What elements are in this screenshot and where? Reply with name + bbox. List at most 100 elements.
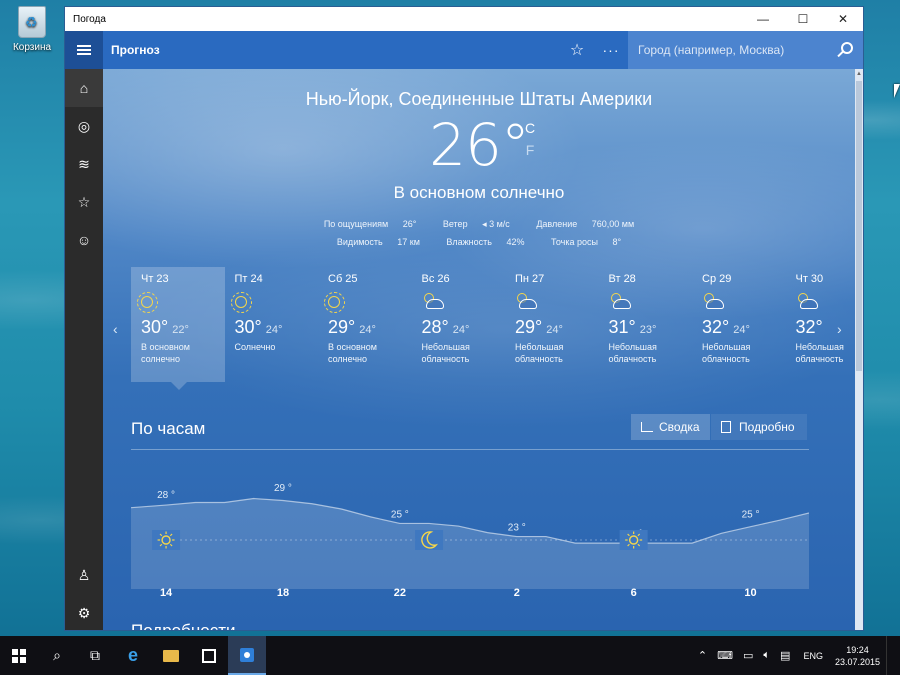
detail-view-button[interactable]: Подробно — [711, 414, 807, 440]
selected-pointer — [171, 382, 187, 390]
visibility-value: 17 км — [397, 237, 420, 247]
humidity-label: Влажность — [446, 237, 492, 247]
current-details: По ощущениям 26° Ветер ◂ 3 м/с Давление … — [103, 215, 855, 251]
hourly-chart: 28 °29 °25 °23 °22 °25 ° — [131, 483, 809, 589]
temperature-area — [131, 498, 809, 589]
day-name: Ср 29 — [702, 273, 732, 285]
search-box[interactable] — [628, 31, 863, 69]
day-name: Вт 28 — [608, 273, 636, 285]
partly-cloudy-icon — [796, 293, 818, 311]
task-view-icon[interactable]: ⧉ — [76, 636, 114, 675]
show-desktop-button[interactable] — [886, 636, 900, 675]
show-hidden-icons-chevron-icon[interactable]: ⌃ — [698, 649, 707, 662]
maximize-button[interactable]: ☐ — [783, 7, 823, 31]
visibility-label: Видимость — [336, 237, 383, 247]
current-condition: В основном солнечно — [393, 183, 565, 202]
next-days-chevron-icon[interactable]: › — [837, 321, 842, 337]
day-low-temp: 22° — [172, 324, 189, 336]
partly-cloudy-icon — [702, 293, 724, 311]
account-user-icon[interactable]: ♙ — [65, 556, 103, 594]
celsius-toggle[interactable]: C — [525, 117, 535, 139]
minimize-button[interactable]: — — [743, 7, 783, 31]
day-low-temp: 24° — [452, 324, 470, 336]
day-forecast-tile[interactable]: Чт 23 30° 22° В основном солнечно — [131, 267, 225, 390]
file-explorer-icon[interactable] — [152, 636, 190, 675]
settings-gear-icon[interactable]: ⚙ — [65, 594, 103, 630]
day-high-temp: 29° — [515, 317, 543, 337]
hour-tick-label: 22 — [393, 587, 406, 599]
day-low-temp: 24° — [265, 324, 283, 336]
search-taskbar-icon[interactable]: ⌕ — [38, 636, 76, 675]
detail-label: Подробно — [739, 420, 795, 434]
day-forecast-tile[interactable]: Вс 26 28° 24° Небольшая облачность — [412, 267, 506, 382]
sun-icon — [137, 292, 158, 313]
vertical-scrollbar[interactable]: ▲ — [855, 69, 863, 630]
feels-like-label: По ощущениям — [323, 219, 389, 229]
scrollbar-thumb[interactable] — [856, 81, 862, 371]
dew-point-label: Точка росы — [551, 237, 598, 247]
day-name: Чт 23 — [141, 273, 169, 285]
language-indicator[interactable]: ENG — [803, 651, 823, 661]
day-high-temp: 28° — [421, 317, 449, 337]
favorite-star-icon[interactable]: ☆ — [560, 31, 594, 69]
dew-point-value: 8° — [612, 237, 622, 247]
day-low-temp: 24° — [359, 324, 376, 336]
fahrenheit-toggle[interactable]: F — [525, 139, 535, 161]
recycle-bin[interactable]: Корзина — [8, 6, 56, 53]
day-forecast-tile[interactable]: Пт 24 30° 24° Солнечно — [225, 267, 319, 382]
city-name: Нью-Йорк, Соединенные Штаты Америки — [305, 89, 653, 109]
weather-app-taskbar-icon[interactable] — [228, 636, 266, 675]
hour-temp-label: 28 ° — [157, 490, 175, 501]
favorites-star-icon[interactable]: ☆ — [65, 183, 103, 221]
divider — [131, 449, 809, 450]
home-icon[interactable]: ⌂ — [65, 69, 103, 107]
search-icon[interactable] — [841, 42, 853, 54]
day-low-temp: 24° — [733, 324, 750, 336]
pressure-label: Давление — [536, 219, 578, 229]
day-condition: Небольшая облачность — [795, 342, 844, 364]
title-bar[interactable]: Погода — ☐ ✕ — [65, 7, 863, 31]
edge-browser-icon[interactable]: e — [114, 636, 152, 675]
scroll-up-icon[interactable]: ▲ — [856, 71, 862, 77]
hamburger-menu-icon[interactable] — [65, 31, 103, 69]
maps-icon[interactable]: ◎ — [65, 107, 103, 145]
clock-time: 19:24 — [846, 644, 869, 655]
keyboard-icon[interactable]: ⌨ — [717, 649, 733, 662]
day-high-temp: 30° — [141, 317, 169, 337]
day-forecast-tile[interactable]: Чт 30 32° Небольшая облачность — [786, 267, 856, 382]
hour-tick-label: 14 — [159, 587, 173, 599]
day-high-temp: 32° — [702, 317, 730, 337]
close-button[interactable]: ✕ — [823, 7, 863, 31]
feedback-smiley-icon[interactable]: ☺ — [65, 221, 103, 259]
day-condition: Солнечно — [234, 342, 276, 352]
day-condition: В основном солнечно — [141, 342, 190, 364]
day-forecast-tile[interactable]: Сб 25 29° 24° В основном солнечно — [318, 267, 412, 382]
store-icon[interactable] — [190, 636, 228, 675]
city-search-input[interactable] — [638, 43, 833, 57]
partly-cloudy-icon — [515, 293, 537, 311]
hour-labels: 14 18 22 2 6 10 — [131, 587, 809, 607]
day-name: Вс 26 — [421, 273, 450, 285]
start-button[interactable] — [0, 636, 38, 675]
recycle-bin-icon — [18, 6, 46, 38]
day-forecast-tile[interactable]: Вт 28 31° 23° Небольшая облачность — [599, 267, 693, 382]
day-forecast-tile[interactable]: Пн 27 29° 24° Небольшая облачность — [505, 267, 599, 382]
volume-icon[interactable]: 🔈︎ — [763, 649, 770, 662]
previous-days-chevron-icon[interactable]: ‹ — [113, 321, 118, 337]
windows-logo-icon — [12, 648, 26, 663]
summary-view-button[interactable]: Сводка — [631, 414, 710, 440]
sun-icon — [230, 292, 252, 313]
network-icon[interactable]: ▭ — [743, 649, 753, 662]
sun-icon — [152, 530, 181, 550]
day-condition: В основном солнечно — [328, 342, 377, 364]
clock[interactable]: 19:24 23.07.2015 — [835, 644, 880, 668]
side-navigation: ⌂ ◎ ≋ ☆ ☺ ♙ ⚙ — [65, 69, 103, 630]
day-high-temp: 30° — [234, 317, 262, 337]
historical-weather-icon[interactable]: ≋ — [65, 145, 103, 183]
daily-forecast: Чт 23 30° 22° В основном солнечно Пт 24 30° 24… — [131, 267, 851, 390]
more-options-icon[interactable]: ··· — [594, 31, 628, 69]
feels-like-value: 26° — [402, 219, 417, 229]
details-title: Подробности — [131, 621, 236, 631]
day-forecast-tile[interactable]: Ср 29 32° 24° Небольшая облачность — [692, 267, 786, 382]
action-center-icon[interactable]: ▤ — [780, 649, 790, 662]
